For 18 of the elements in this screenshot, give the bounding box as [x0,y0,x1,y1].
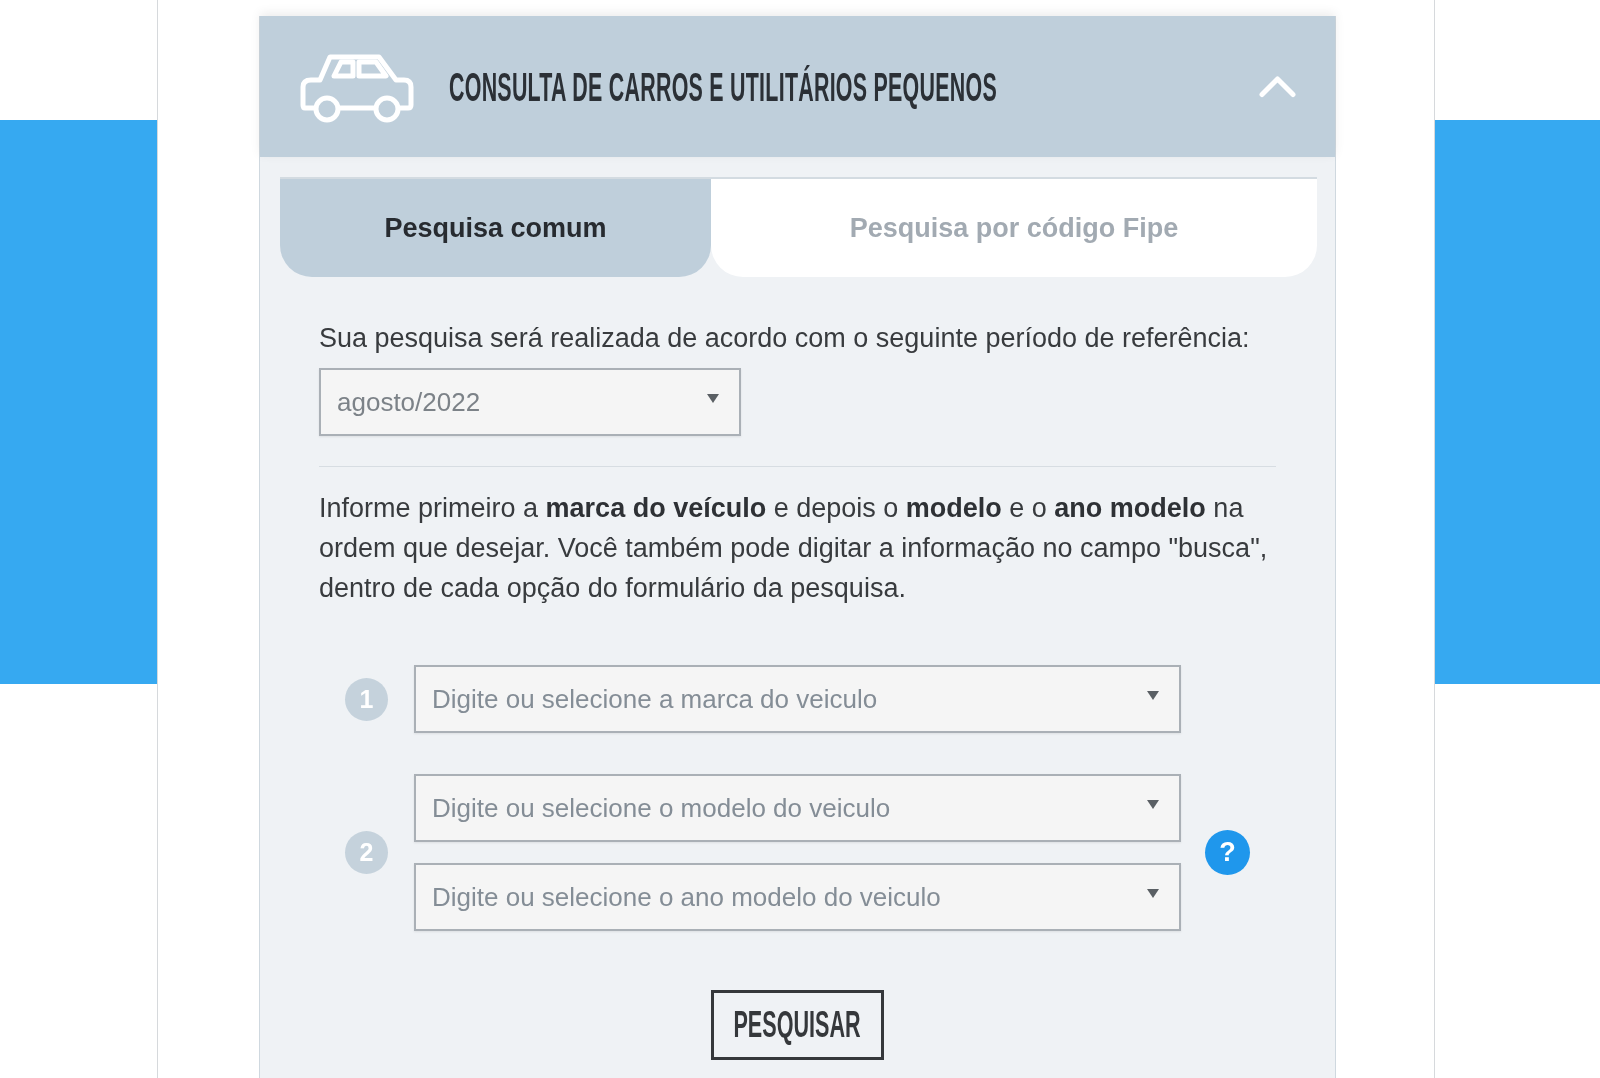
panel-title: CONSULTA DE CARROS E UTILITÁRIOS PEQUENOS [449,66,997,107]
reference-text: Sua pesquisa será realizada de acordo com o seguinte período de referência: [319,322,1251,355]
dropdown-field[interactable]: Digite ou selecione a marca do veiculo [414,665,1181,733]
caret-icon [1147,889,1159,898]
dropdown-field[interactable]: Digite ou selecione o modelo do veiculo [414,774,1181,842]
period-select[interactable]: agosto/2022 [319,368,741,436]
step-number: 1 [345,677,388,721]
search-button[interactable]: PESQUISAR [711,990,884,1060]
tab[interactable]: Pesquisa comum [280,179,711,277]
dropdown-field[interactable]: Digite ou selecione o ano modelo do veiculo [414,863,1181,931]
caret-icon [1147,691,1159,700]
help-button[interactable]: ? [1205,830,1250,875]
caret-icon [1147,800,1159,809]
step-number: 2 [345,831,388,874]
tab[interactable]: Pesquisa por código Fipe [711,179,1317,277]
chevron-up-icon[interactable] [1259,75,1296,98]
instructions-text: Informe primeiro a marca do veículo e depois o modelo e o ano modelo na ordem que desejar. Você também pode digitar a informação no campo "busca", dentro de cada opção do formulário da pesquisa. [319,492,1269,605]
caret-icon [707,394,719,403]
